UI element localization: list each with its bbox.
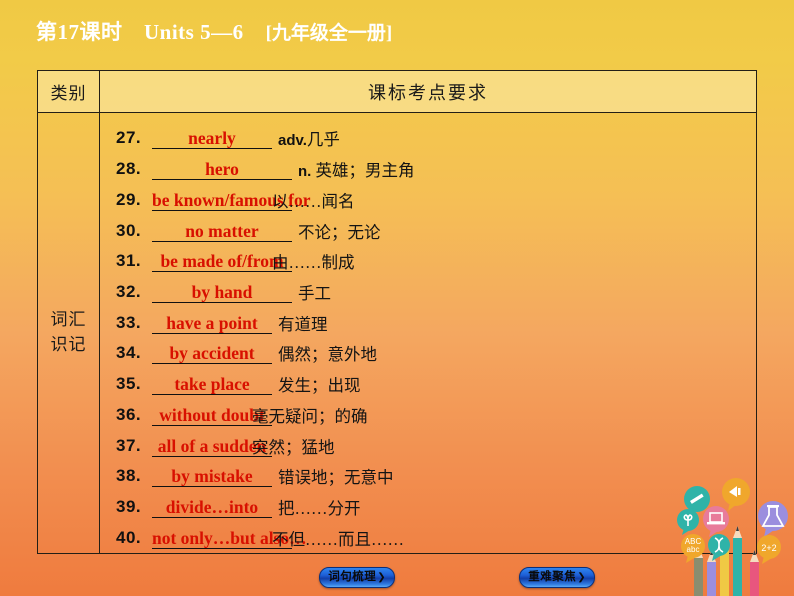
- entry-meaning-text: 英雄；男主角: [311, 161, 415, 181]
- entry-number: 27.: [116, 128, 142, 148]
- table-category-label-line2: 识记: [50, 335, 87, 354]
- entry-part-of-speech: adv.: [278, 132, 307, 150]
- entry-answer-blank: take place: [152, 373, 272, 396]
- entry-number: 30.: [116, 220, 142, 240]
- pencil-5: [750, 550, 759, 596]
- page-title-sub: [九年级全一册]: [265, 22, 393, 44]
- entry-meaning: 突然；猛地: [252, 434, 335, 458]
- math-bubble-icon: 2+2: [757, 535, 781, 564]
- table-header-category-label: 类别: [50, 84, 87, 103]
- vocabulary-entry-row: 29. be known/famous for 以……闻名: [100, 184, 756, 215]
- vocabulary-entry-row: 38. by mistake 错误地；无意中: [100, 461, 756, 492]
- entry-answer-blank: be made of/from: [152, 250, 292, 273]
- vocabulary-entry-row: 35. take place 发生；出现: [100, 369, 756, 400]
- vocabulary-entry-list: 27. nearly adv.几乎 28. hero n. 英雄；男主角 29. be kno…: [100, 113, 756, 553]
- chevron-right-icon: ❯: [377, 571, 386, 583]
- entry-number: 29.: [116, 189, 142, 209]
- vocabulary-entry-row: 39. divide…into 把……分开: [100, 492, 756, 523]
- entry-answer-blank: by mistake: [152, 465, 272, 488]
- vocabulary-entry-row: 33. have a point 有道理: [100, 307, 756, 338]
- vocabulary-entry-row: 37. all of a sudden 突然；猛地: [100, 430, 756, 461]
- table-entries-cell: 27. nearly adv.几乎 28. hero n. 英雄；男主角 29. be kno…: [100, 113, 756, 553]
- entry-answer-blank: have a point: [152, 312, 272, 334]
- pencil-2: [707, 550, 716, 596]
- entry-number: 35.: [116, 374, 142, 394]
- svg-text:2+2: 2+2: [761, 543, 776, 553]
- slide-canvas: 第17课时 Units 5—6 [九年级全一册] 类别 课标考点要求 词汇 识记…: [0, 0, 794, 596]
- nav-button-cijushuli-label: 词句梳理: [328, 570, 377, 583]
- entry-meaning-text: 把……分开: [278, 498, 361, 518]
- entry-meaning-text: 发生；出现: [278, 376, 361, 396]
- entry-answer-blank: no matter: [152, 220, 292, 242]
- vocabulary-entry-row: 40. not only…but also… 不但……而且……: [100, 522, 756, 553]
- nav-button-cijushuli[interactable]: 词句梳理 ❯: [319, 567, 395, 588]
- entry-meaning-text: 几乎: [306, 130, 340, 150]
- entry-meaning-text: 不但……而且……: [272, 529, 404, 549]
- entry-meaning-text: 偶然；意外地: [278, 345, 377, 365]
- table-header-category-cell: 类别: [38, 71, 100, 112]
- entry-number: 34.: [116, 343, 142, 363]
- entry-answer-blank: divide…into: [152, 496, 272, 518]
- nav-button-zhongnanjujiao-label: 重难聚焦: [528, 570, 577, 583]
- entry-answer-blank: nearly: [152, 127, 272, 150]
- nav-button-zhongnanjujiao[interactable]: 重难聚焦 ❯: [519, 567, 595, 588]
- entry-number: 33.: [116, 312, 142, 332]
- entry-meaning: 不但……而且……: [272, 526, 404, 550]
- entry-meaning-text: 错误地；无意中: [278, 468, 394, 488]
- vocabulary-entry-row: 34. by accident 偶然；意外地: [100, 338, 756, 369]
- vocabulary-entry-row: 30. no matter 不论；无论: [100, 215, 756, 246]
- entry-number: 40.: [116, 527, 142, 547]
- table-header-requirement-cell: 课标考点要求: [100, 71, 756, 112]
- entry-answer-blank: by accident: [152, 342, 272, 365]
- entry-meaning: adv.几乎: [278, 126, 340, 150]
- table-category-label: 词汇 识记: [51, 308, 87, 357]
- entry-part-of-speech: n.: [298, 163, 312, 181]
- table-header-requirement-label: 课标考点要求: [368, 82, 488, 103]
- entry-meaning-text: 不论；无论: [298, 222, 381, 242]
- entry-meaning-text: 有道理: [278, 314, 328, 334]
- entry-answer-blank: by hand: [152, 281, 292, 303]
- table-category-label-line1: 词汇: [50, 310, 87, 330]
- table-category-cell: 词汇 识记: [38, 113, 100, 553]
- entry-meaning-text: 突然；猛地: [252, 437, 335, 457]
- vocabulary-entry-row: 31. be made of/from 由……制成: [100, 246, 756, 277]
- entry-answer-blank: not only…but also…: [152, 527, 307, 549]
- table-header-row: 类别 课标考点要求: [38, 71, 756, 113]
- entry-meaning: 以……闻名: [272, 188, 355, 212]
- table-body: 词汇 识记 27. nearly adv.几乎 28. hero n. 英雄；男主角 29.…: [38, 113, 756, 553]
- entry-answer-blank: be known/famous for: [152, 189, 311, 211]
- entry-number: 37.: [116, 435, 142, 455]
- entry-number: 32.: [116, 281, 142, 301]
- entry-answer-blank: hero: [152, 158, 292, 181]
- entry-meaning: 不论；无论: [298, 219, 381, 243]
- entry-meaning: 手工: [298, 280, 331, 304]
- entry-meaning-text: 手工: [298, 283, 331, 303]
- entry-number: 36.: [116, 404, 142, 424]
- vocabulary-entry-row: 32. by hand 手工: [100, 277, 756, 308]
- entry-meaning-text: 毫无疑问；的确: [252, 406, 368, 426]
- vocabulary-entry-row: 27. nearly adv.几乎: [100, 123, 756, 154]
- entry-number: 31.: [116, 251, 142, 271]
- flask-bubble-icon: [758, 501, 788, 537]
- entry-meaning: 偶然；意外地: [278, 341, 377, 365]
- page-title-main: 第17课时 Units 5—6: [36, 20, 244, 44]
- entry-number: 28.: [116, 159, 142, 179]
- vocabulary-table: 类别 课标考点要求 词汇 识记 27. nearly adv.几乎 28. hero n.…: [37, 70, 757, 554]
- vocabulary-entry-row: 28. hero n. 英雄；男主角: [100, 154, 756, 185]
- entry-meaning-text: 由……制成: [272, 253, 355, 273]
- entry-meaning-text: 以……闻名: [272, 191, 355, 211]
- entry-meaning: 把……分开: [278, 495, 361, 519]
- entry-meaning: 毫无疑问；的确: [252, 403, 368, 427]
- entry-meaning: 由……制成: [272, 249, 355, 273]
- page-title: 第17课时 Units 5—6 [九年级全一册]: [36, 14, 392, 48]
- entry-number: 39.: [116, 496, 142, 516]
- vocabulary-entry-row: 36. without doubt 毫无疑问；的确: [100, 399, 756, 430]
- entry-meaning: n. 英雄；男主角: [298, 157, 414, 181]
- entry-meaning: 错误地；无意中: [278, 464, 394, 488]
- entry-number: 38.: [116, 466, 142, 486]
- entry-meaning: 有道理: [278, 311, 328, 335]
- entry-meaning: 发生；出现: [278, 372, 361, 396]
- chevron-right-icon: ❯: [577, 571, 586, 583]
